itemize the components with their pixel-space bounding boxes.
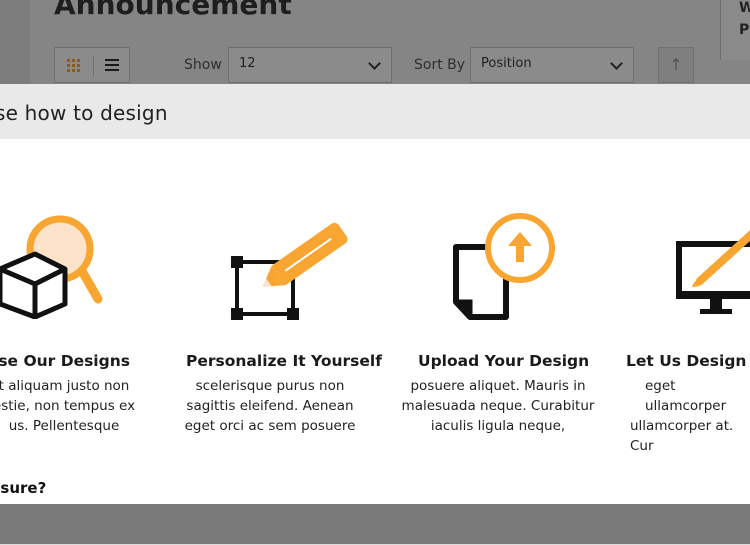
not-sure-heading: t sure? xyxy=(0,479,47,497)
upload-document-icon xyxy=(453,213,555,320)
desc-line: us. Pellentesque xyxy=(8,418,120,434)
option-desc-browse: t aliquam justo non estie, non tempus ex… xyxy=(0,376,164,436)
option-title-browse[interactable]: wse Our Designs xyxy=(0,352,130,370)
right-column-text-1: W xyxy=(739,0,750,16)
list-view-icon[interactable] xyxy=(105,59,119,71)
show-label: Show xyxy=(184,57,222,73)
desc-line: posuere aliquet. Mauris in xyxy=(410,378,586,394)
view-mode-toggle xyxy=(54,47,130,83)
right-column-text-2: Pl xyxy=(739,22,750,38)
option-title-personalize[interactable]: Personalize It Yourself xyxy=(186,352,382,370)
sort-by-label: Sort By xyxy=(414,57,466,73)
option-desc-let-us-design: eget ullamcorper ullamcorper at. Cur xyxy=(630,376,750,456)
option-title-let-us-design[interactable]: Let Us Design It xyxy=(626,352,750,370)
desc-line: eget ullamcorper xyxy=(645,378,727,414)
arrow-up-icon: ↑ xyxy=(669,55,683,74)
sort-by-select-value: Position xyxy=(481,56,532,71)
option-title-upload[interactable]: Upload Your Design xyxy=(418,352,589,370)
design-options-modal: se how to design wse Our Designs t aliqu… xyxy=(0,84,750,545)
show-select-value: 12 xyxy=(239,56,256,71)
toggle-separator xyxy=(93,55,94,77)
desc-line: ullamcorper at. Cur xyxy=(630,418,734,454)
box-magnifier-icon xyxy=(0,215,103,319)
option-desc-personalize: scelerisque purus non sagittis eleifend.… xyxy=(170,376,370,436)
desc-line: eget orci ac sem posuere xyxy=(184,418,356,434)
chevron-down-icon xyxy=(610,57,623,70)
show-select[interactable]: 12 xyxy=(228,47,392,83)
desc-line: malesuada neque. Curabitur xyxy=(401,398,595,414)
monitor-brush-icon xyxy=(676,230,750,314)
desc-line: sagittis eleifend. Aenean xyxy=(186,398,354,414)
desc-line: estie, non tempus ex xyxy=(0,398,136,414)
right-column-fragment: W Pl xyxy=(720,0,750,60)
modal-title: se how to design xyxy=(0,101,168,125)
option-desc-upload: posuere aliquet. Mauris in malesuada neq… xyxy=(398,376,598,436)
desc-line: t aliquam justo non xyxy=(0,378,130,394)
desc-line: iaculis ligula neque, xyxy=(430,418,566,434)
chevron-down-icon xyxy=(368,57,381,70)
modal-header: se how to design xyxy=(0,84,750,139)
sort-by-select[interactable]: Position xyxy=(470,47,634,83)
pencil-frame-icon xyxy=(231,222,348,320)
grid-view-icon[interactable] xyxy=(67,59,80,72)
desc-line: scelerisque purus non xyxy=(195,378,345,394)
sort-direction-button[interactable]: ↑ xyxy=(658,47,694,83)
page-title: Announcement xyxy=(54,0,292,21)
